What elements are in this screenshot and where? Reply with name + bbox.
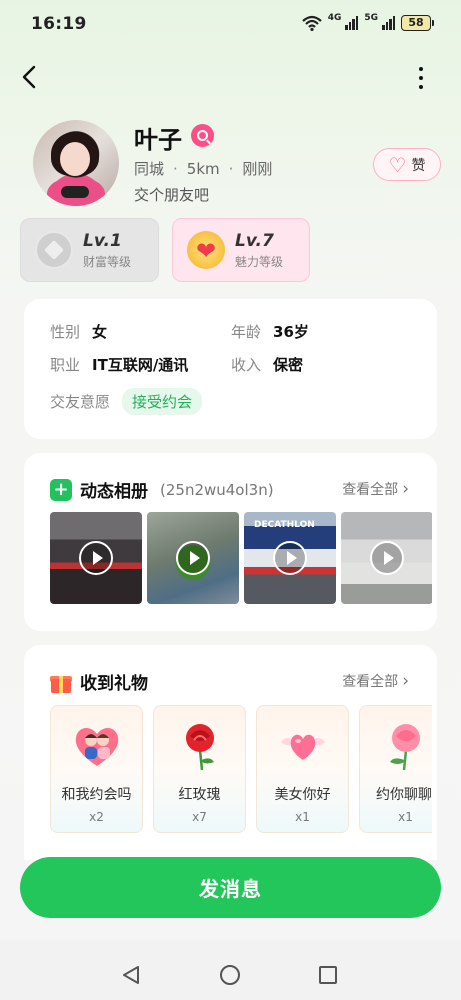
chevron-right-icon: › — [402, 671, 409, 691]
signal-icon-2 — [382, 16, 395, 30]
gift-name: 红玫瑰 — [178, 787, 221, 803]
album-view-all-link[interactable]: 查看全部 › — [342, 479, 409, 499]
more-dot-icon — [419, 76, 423, 80]
play-icon — [370, 541, 404, 575]
album-header: + 动态相册 (25n2wu4ol3n) — [50, 477, 274, 502]
album-photo-strip: DECATHLON — [50, 512, 432, 606]
charm-heart-icon: ❤ — [187, 231, 225, 269]
status-bar: 16:19 4G 5G 58 — [0, 0, 461, 48]
more-options-button[interactable] — [407, 60, 435, 96]
search-verify-icon[interactable] — [191, 124, 214, 147]
wealth-level-label: 财富等级 — [83, 254, 132, 269]
avatar[interactable] — [33, 120, 119, 206]
profile-bio: 交个朋友吧 — [134, 186, 210, 204]
chevron-right-icon: › — [402, 479, 409, 499]
play-icon — [79, 541, 113, 575]
system-nav-bar — [0, 940, 461, 1000]
gift-strip: 和我约会吗 x2 红玫瑰 x7 美女你好 x1 约你聊聊 x1 — [50, 705, 432, 835]
gift-item[interactable]: 红玫瑰 x7 — [153, 705, 246, 833]
gifts-header: 收到礼物 — [50, 669, 148, 694]
gift-item[interactable]: 约你聊聊 x1 — [359, 705, 432, 833]
nav-recents-icon[interactable] — [319, 966, 337, 984]
more-dot-icon — [419, 67, 423, 71]
battery-icon: 58 — [401, 15, 434, 31]
charm-level-card[interactable]: ❤ Lv.7 魅力等级 — [172, 218, 310, 282]
photo-thumbnail[interactable] — [341, 512, 432, 604]
gift-icon — [50, 671, 72, 693]
separator-dot: · — [228, 159, 234, 178]
send-message-button[interactable]: 发消息 — [20, 857, 441, 918]
winged-heart-icon — [281, 734, 325, 760]
photo-thumbnail[interactable] — [50, 512, 142, 604]
intent-tag: 接受约会 — [122, 388, 203, 415]
gift-count: x2 — [89, 810, 104, 824]
photo-thumbnail[interactable]: DECATHLON — [244, 512, 336, 604]
heart-outline-icon: ♡ — [388, 152, 407, 177]
charm-level: Lv.7 — [235, 230, 274, 251]
nav-back-icon[interactable] — [121, 965, 141, 985]
network-type-1: 4G — [327, 13, 342, 23]
play-icon — [176, 541, 210, 575]
info-value: 36岁 — [273, 323, 309, 341]
wealth-level-card[interactable]: Lv.1 财富等级 — [20, 218, 159, 282]
gift-count: x7 — [192, 810, 207, 824]
info-value: 女 — [92, 323, 108, 341]
info-key: 职业 — [50, 356, 81, 374]
status-icons: 4G 5G 58 — [301, 13, 434, 31]
album-subtitle: (25n2wu4ol3n) — [160, 480, 274, 499]
wifi-icon — [301, 15, 322, 31]
gift-name: 和我约会吗 — [61, 787, 132, 803]
chevron-left-icon — [22, 65, 36, 89]
nav-home-icon[interactable] — [220, 965, 240, 985]
gift-item[interactable]: 美女你好 x1 — [256, 705, 349, 833]
profile-info-card: 性别 女 年龄 36岁 职业 IT互联网/通讯 收入 保密 交友意愿 接受约会 — [24, 299, 437, 439]
info-job: 职业 IT互联网/通讯 — [50, 354, 188, 375]
couple-heart-gift-icon — [75, 728, 119, 766]
album-card: + 动态相册 (25n2wu4ol3n) 查看全部 › DECATHLON — [24, 453, 437, 631]
gift-name: 约你聊聊 — [376, 787, 432, 803]
album-title: 动态相册 — [80, 482, 148, 502]
info-key: 收入 — [231, 356, 262, 374]
info-intent: 交友意愿 接受约会 — [50, 388, 203, 415]
gifts-card: 收到礼物 查看全部 › 和我约会吗 x2 红玫瑰 x7 美女你好 x1 约你聊聊… — [24, 645, 437, 860]
gifts-title: 收到礼物 — [80, 674, 148, 694]
gift-item[interactable]: 和我约会吗 x2 — [50, 705, 143, 833]
gifts-view-all-link[interactable]: 查看全部 › — [342, 671, 409, 691]
gift-name: 美女你好 — [274, 787, 331, 803]
profile-meta: 同城 · 5km · 刚刚 — [134, 158, 272, 179]
store-sign: DECATHLON — [254, 520, 315, 530]
photo-thumbnail[interactable] — [147, 512, 239, 604]
profile-name: 叶子 — [134, 126, 182, 154]
view-all-label: 查看全部 — [342, 674, 399, 690]
info-key: 年龄 — [231, 323, 262, 341]
signal-icon-1 — [345, 16, 359, 30]
play-icon — [273, 541, 307, 575]
profile-active: 刚刚 — [242, 160, 273, 178]
like-label: 赞 — [411, 157, 426, 174]
info-value: 保密 — [273, 356, 304, 374]
info-key: 交友意愿 — [50, 393, 111, 411]
like-button[interactable]: ♡ 赞 — [373, 148, 441, 181]
profile-distance: 5km — [186, 159, 220, 178]
profile-city: 同城 — [134, 160, 165, 178]
info-value: IT互联网/通讯 — [92, 356, 189, 374]
charm-level-label: 魅力等级 — [235, 254, 284, 269]
wealth-level: Lv.1 — [83, 230, 122, 251]
more-dot-icon — [419, 85, 423, 89]
view-all-label: 查看全部 — [342, 482, 399, 498]
plus-icon: + — [50, 478, 72, 501]
info-age: 年龄 36岁 — [231, 321, 309, 342]
info-income: 收入 保密 — [231, 354, 303, 375]
pink-rose-icon — [390, 724, 420, 771]
gift-count: x1 — [295, 810, 310, 824]
status-time: 16:19 — [31, 14, 87, 34]
separator-dot: · — [173, 159, 178, 178]
network-type-2: 5G — [364, 13, 378, 23]
info-key: 性别 — [50, 323, 81, 341]
info-gender: 性别 女 — [50, 321, 107, 342]
wealth-diamond-icon — [35, 231, 73, 269]
gift-count: x1 — [398, 810, 413, 824]
back-button[interactable] — [14, 60, 44, 94]
red-rose-icon — [186, 724, 214, 771]
